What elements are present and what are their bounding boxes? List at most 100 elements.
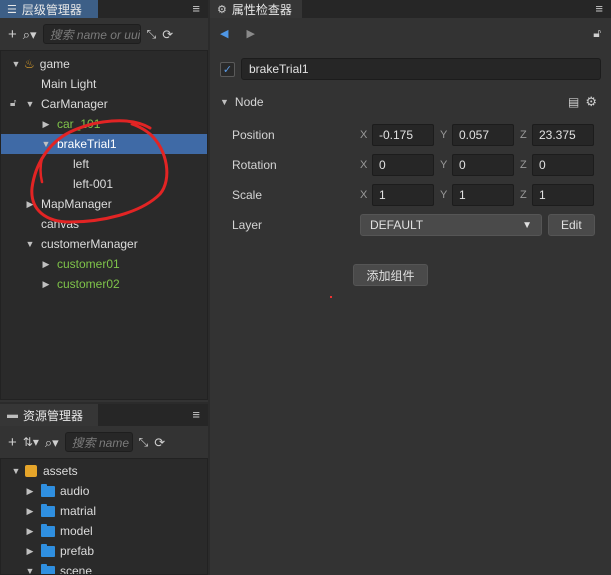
add-icon[interactable]: +	[8, 27, 17, 42]
node-label: game	[39, 57, 70, 71]
expand-arrow-icon[interactable]: ▼	[25, 99, 35, 109]
expand-arrow-icon[interactable]: ▶	[41, 279, 51, 290]
refresh-icon[interactable]: ⟳	[162, 28, 173, 41]
tree-node-main-light[interactable]: Main Light	[1, 74, 207, 94]
folder-icon	[41, 523, 55, 537]
rotation-z-input[interactable]: 0	[532, 154, 594, 176]
scale-row: Scale X 1 Y 1 Z 1	[232, 183, 602, 207]
assets-search-input[interactable]: 搜索 name	[64, 432, 133, 452]
layer-edit-button[interactable]: Edit	[548, 214, 595, 236]
inspector-tabbar: ⚙ 属性检查器 ≡	[210, 0, 611, 18]
expand-arrow-icon[interactable]: ▼	[11, 466, 21, 476]
assets-tree: ▼ assets ▶ audio ▶ matrial ▶ model ▶ pre…	[0, 458, 208, 575]
node-label: CarManager	[41, 97, 108, 111]
add-component-button[interactable]: 添加组件	[353, 264, 428, 286]
axis-z-label: Z	[520, 189, 527, 201]
collapse-icon[interactable]: ⤡	[139, 436, 149, 448]
hierarchy-toolbar: + ⌕▾ 搜索 name or uuid ⤡ ⟳	[0, 18, 208, 50]
tab-assets[interactable]: ▬ 资源管理器	[0, 404, 98, 426]
asset-node-model[interactable]: ▶ model	[1, 521, 207, 541]
refresh-icon[interactable]: ⟳	[154, 436, 165, 449]
scale-y-input[interactable]: 1	[452, 184, 514, 206]
tree-node-mapmanager[interactable]: ▶ MapManager	[1, 194, 207, 214]
sort-icon[interactable]: ⇅▾	[23, 436, 39, 448]
tree-node-car-101[interactable]: ▶ car_101	[1, 114, 207, 134]
expand-arrow-icon[interactable]: ▶	[25, 486, 35, 497]
expand-arrow-icon[interactable]: ▼	[41, 139, 51, 149]
scale-x-input[interactable]: 1	[372, 184, 434, 206]
rotation-y-input[interactable]: 0	[452, 154, 514, 176]
forward-arrow-icon[interactable]: ▶	[246, 27, 254, 40]
tree-node-customer02[interactable]: ▶ customer02	[1, 274, 207, 294]
inspector-panel: ⚙ 属性检查器 ≡ ◀ ▶ 🔓︎ ✓ brakeTrial1 ▼ Node ▤ …	[210, 0, 611, 575]
node-label: left	[73, 157, 90, 171]
rotation-label: Rotation	[232, 158, 277, 172]
scale-label: Scale	[232, 188, 263, 202]
tree-node-customer01[interactable]: ▶ customer01	[1, 254, 207, 274]
tree-node-game[interactable]: ▼ ♨ game	[1, 54, 207, 74]
expand-arrow-icon[interactable]: ▼	[25, 566, 35, 574]
dropdown-arrow-icon: ▼	[522, 219, 532, 231]
search-filter-icon[interactable]: ⌕▾	[23, 28, 37, 41]
back-arrow-icon[interactable]: ◀	[220, 27, 228, 40]
lock-icon[interactable]: 🔓︎	[593, 26, 601, 41]
database-icon	[25, 465, 37, 477]
expand-arrow-icon[interactable]: ▼	[11, 59, 21, 69]
search-filter-icon[interactable]: ⌕▾	[45, 436, 59, 449]
node-name-input[interactable]: brakeTrial1	[241, 58, 601, 80]
inspector-navbar: ◀ ▶ 🔓︎	[210, 18, 611, 48]
axis-y-label: Y	[440, 159, 448, 171]
folder-icon	[41, 483, 55, 497]
collapse-icon[interactable]: ⤡	[147, 28, 157, 40]
expand-arrow-icon[interactable]: ▶	[25, 546, 35, 557]
asset-node-assets[interactable]: ▼ assets	[1, 461, 207, 481]
menu-icon[interactable]: ≡	[595, 1, 603, 16]
expand-arrow-icon[interactable]: ▶	[25, 526, 35, 537]
tree-node-canvas[interactable]: canvas	[1, 214, 207, 234]
tree-node-left[interactable]: left	[1, 154, 207, 174]
collapse-arrow-icon[interactable]: ▼	[220, 97, 229, 107]
expand-arrow-icon[interactable]: ▶	[25, 199, 35, 210]
tab-hierarchy[interactable]: ☰ 层级管理器	[0, 0, 98, 18]
tree-node-left-001[interactable]: left-001	[1, 174, 207, 194]
active-checkbox[interactable]: ✓	[220, 61, 235, 77]
tree-node-braketrial1[interactable]: ▼ brakeTrial1	[1, 134, 207, 154]
layer-select[interactable]: DEFAULT ▼	[360, 214, 542, 236]
asset-label: scene	[60, 564, 93, 575]
asset-node-prefab[interactable]: ▶ prefab	[1, 541, 207, 561]
node-section-header[interactable]: ▼ Node ▤ ⚙	[220, 92, 601, 112]
position-row: Position X -0.175 Y 0.057 Z 23.375	[232, 123, 602, 147]
settings-gear-icon[interactable]: ⚙	[585, 94, 597, 110]
axis-y-label: Y	[440, 129, 448, 141]
scale-z-input[interactable]: 1	[532, 184, 594, 206]
add-icon[interactable]: +	[8, 435, 17, 450]
position-x-input[interactable]: -0.175	[372, 124, 434, 146]
asset-label: assets	[43, 464, 78, 478]
expand-arrow-icon[interactable]: ▼	[25, 239, 35, 249]
position-z-input[interactable]: 23.375	[532, 124, 594, 146]
asset-node-scene[interactable]: ▼ scene	[1, 561, 207, 575]
menu-icon[interactable]: ≡	[192, 407, 200, 422]
node-label: customer02	[57, 277, 120, 291]
expand-arrow-icon[interactable]: ▶	[41, 119, 51, 130]
hierarchy-search-input[interactable]: 搜索 name or uuid	[42, 24, 141, 44]
position-y-input[interactable]: 0.057	[452, 124, 514, 146]
lock-icon[interactable]: 🔓︎	[10, 98, 16, 109]
expand-arrow-icon[interactable]: ▶	[25, 506, 35, 517]
book-icon[interactable]: ▤	[568, 95, 579, 109]
asset-node-matrial[interactable]: ▶ matrial	[1, 501, 207, 521]
gear-icon: ⚙	[217, 3, 227, 16]
tab-inspector[interactable]: ⚙ 属性检查器	[210, 0, 302, 18]
scene-flame-icon: ♨	[24, 57, 35, 71]
menu-icon[interactable]: ≡	[192, 1, 200, 16]
tree-node-customermanager[interactable]: ▼ customerManager	[1, 234, 207, 254]
asset-node-audio[interactable]: ▶ audio	[1, 481, 207, 501]
tree-node-carmanager[interactable]: 🔓︎ ▼ CarManager	[1, 94, 207, 114]
node-name-row: ✓ brakeTrial1	[220, 57, 601, 81]
axis-y-label: Y	[440, 189, 448, 201]
node-label: brakeTrial1	[57, 137, 117, 151]
expand-arrow-icon[interactable]: ▶	[41, 259, 51, 270]
asset-label: matrial	[60, 504, 97, 518]
rotation-x-input[interactable]: 0	[372, 154, 434, 176]
hierarchy-tree: ▼ ♨ game Main Light 🔓︎ ▼ CarManager ▶ ca…	[0, 50, 208, 400]
